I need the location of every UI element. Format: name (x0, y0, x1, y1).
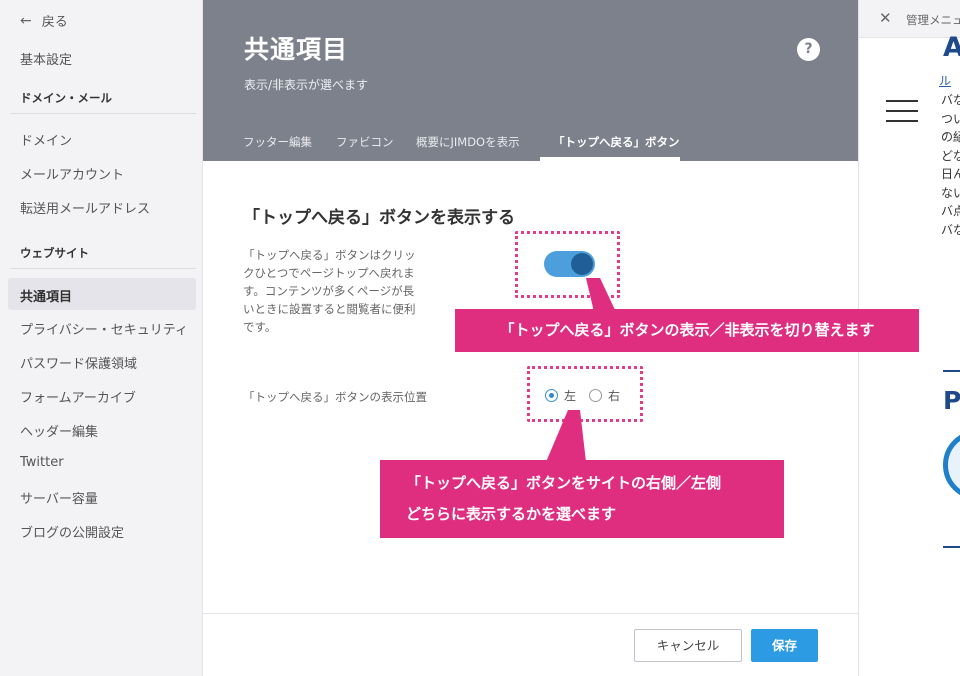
sidebar-divider (10, 268, 196, 269)
sidebar-heading-website: ウェブサイト (20, 246, 89, 260)
page-subtitle: 表示/非表示が選べます (244, 78, 369, 92)
site-divider (943, 370, 960, 372)
annotation-callout-radio: 「トップへ戻る」ボタンをサイトの右側／左側 どちらに表示するかを選べます (380, 460, 784, 538)
footer-divider (203, 613, 858, 614)
back-button[interactable]: ← 戻る (20, 11, 68, 31)
site-text-fragment: バなついの紹どな日んないバ点バな (941, 93, 960, 237)
sidebar-item-password-area[interactable]: パスワード保護領域 (20, 353, 137, 372)
sidebar-item-twitter[interactable]: Twitter (20, 455, 64, 470)
annotation-callout-toggle: 「トップへ戻る」ボタンの表示／非表示を切り替えます (455, 309, 919, 352)
arrow-left-icon: ← (20, 12, 32, 29)
toggle-description: 「トップへ戻る」ボタンはクリックひとつでページトップへ戻れます。コンテンツが多く… (243, 248, 416, 334)
callout-pointer-2 (546, 410, 586, 462)
panel-header: 共通項目 表示/非表示が選べます ? フッター編集 ファビコン 概要にJIMDO… (203, 0, 858, 161)
sidebar-item-common-items[interactable]: 共通項目 (20, 286, 72, 305)
tab-favicon[interactable]: ファビコン (336, 134, 394, 150)
sidebar-item-form-archive[interactable]: フォームアーカイブ (20, 387, 136, 406)
callout-pointer-1 (586, 278, 616, 312)
annotation-callout-radio-line2: どちらに表示するかを選べます (406, 505, 617, 523)
tab-footer-edit[interactable]: フッター編集 (243, 134, 312, 150)
sidebar-item-basic-settings[interactable]: 基本設定 (20, 49, 72, 68)
sidebar-item-header-edit[interactable]: ヘッダー編集 (20, 421, 98, 440)
sidebar-divider (10, 113, 196, 114)
sidebar-heading-domain-mail: ドメイン・メール (20, 91, 112, 105)
page-title: 共通項目 (244, 35, 349, 64)
site-heading-fragment: A (943, 32, 960, 63)
admin-menu-label[interactable]: 管理メニュー (906, 12, 960, 28)
tab-jimdo-in-about[interactable]: 概要にJIMDOを表示 (416, 134, 520, 150)
sidebar-item-blog-publish[interactable]: ブログの公開設定 (20, 522, 124, 541)
sidebar-item-forwarding-address[interactable]: 転送用メールアドレス (20, 198, 150, 217)
sidebar-item-mail-account[interactable]: メールアカウント (20, 164, 124, 183)
sidebar-item-server-capacity[interactable]: サーバー容量 (20, 488, 98, 507)
site-image-circle (943, 430, 960, 500)
site-link-fragment[interactable]: ル (939, 72, 951, 89)
site-divider (943, 546, 960, 548)
back-label: 戻る (41, 15, 68, 30)
close-icon[interactable]: ✕ (879, 9, 892, 27)
save-button[interactable]: 保存 (751, 629, 818, 662)
hamburger-menu-icon[interactable] (886, 100, 918, 122)
site-heading-fragment-2: P (943, 386, 960, 415)
position-label: 「トップへ戻る」ボタンの表示位置 (243, 390, 427, 404)
cancel-button[interactable]: キャンセル (634, 629, 742, 662)
sidebar-item-privacy-security[interactable]: プライバシー・セキュリティ (20, 319, 188, 338)
active-tab-indicator (540, 157, 680, 161)
help-icon[interactable]: ? (797, 38, 820, 61)
settings-sidebar: ← 戻る 基本設定 ドメイン・メール ドメイン メールアカウント 転送用メールア… (0, 0, 203, 676)
sidebar-item-domain[interactable]: ドメイン (20, 130, 72, 149)
annotation-callout-radio-line1: 「トップへ戻る」ボタンをサイトの右側／左側 (406, 474, 722, 492)
section-title: 「トップへ戻る」ボタンを表示する (243, 208, 515, 228)
tab-back-to-top[interactable]: 「トップへ戻る」ボタン (553, 134, 680, 150)
